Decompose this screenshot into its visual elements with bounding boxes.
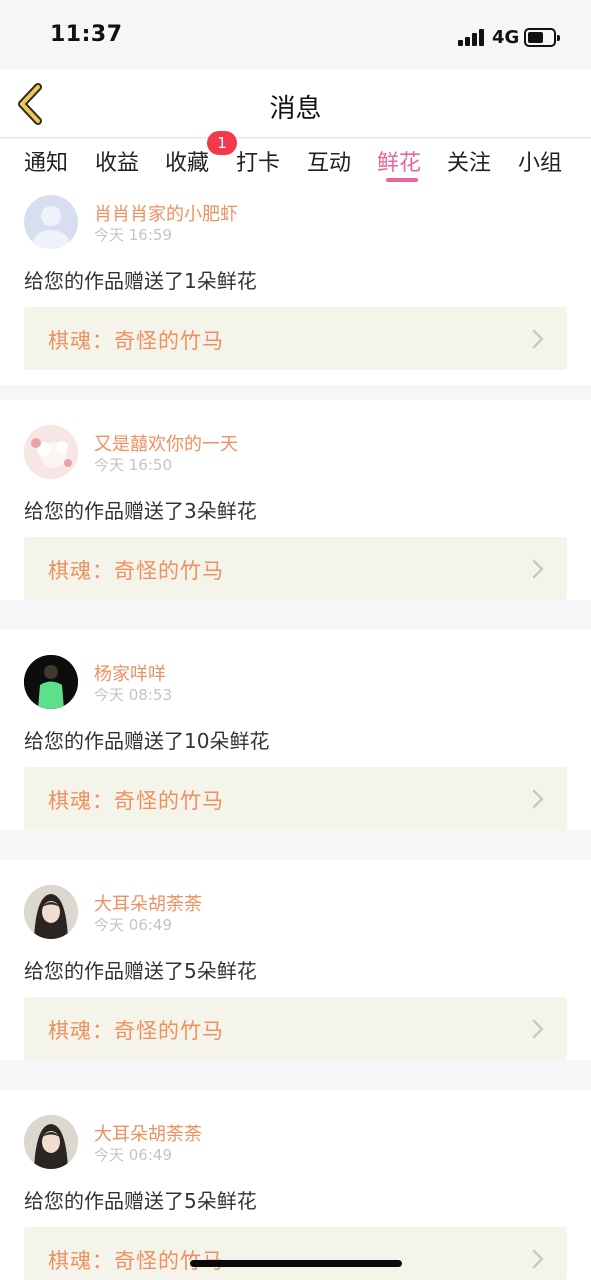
avatar-image [24, 1115, 78, 1169]
status-time: 11:37 [50, 22, 123, 47]
tab-notice[interactable]: 通知 [24, 145, 68, 177]
message-text: 给您的作品赠送了1朵鲜花 [24, 269, 257, 293]
chevron-right-icon [532, 559, 544, 579]
work-link[interactable]: 棋魂：奇怪的竹马 [24, 997, 567, 1060]
timestamp: 今天 08:53 [94, 686, 172, 704]
timestamp: 今天 06:49 [94, 916, 172, 934]
message-card: 大耳朵胡荼荼 今天 06:49 给您的作品赠送了5朵鲜花 棋魂：奇怪的竹马 [0, 1090, 591, 1280]
tab-earnings[interactable]: 收益 [95, 145, 139, 177]
work-title: 棋魂：奇怪的竹马 [48, 559, 224, 583]
message-text: 给您的作品赠送了5朵鲜花 [24, 959, 257, 983]
chevron-right-icon [532, 789, 544, 809]
avatar[interactable] [24, 425, 78, 479]
timestamp: 今天 16:59 [94, 226, 172, 244]
tab-flowers[interactable]: 鲜花 [377, 145, 421, 177]
signal-icon [458, 29, 486, 46]
work-link[interactable]: 棋魂：奇怪的竹马 [24, 307, 567, 370]
timestamp: 今天 06:49 [94, 1146, 172, 1164]
username[interactable]: 肖肖肖家的小肥虾 [94, 200, 238, 226]
chevron-right-icon [532, 329, 544, 349]
timestamp: 今天 16:50 [94, 456, 172, 474]
nav-bar: 消息 [0, 70, 591, 138]
avatar[interactable] [24, 1115, 78, 1169]
battery-icon [524, 28, 560, 47]
tab-interaction[interactable]: 互动 [307, 145, 351, 177]
username[interactable]: 又是囍欢你的一天 [94, 430, 238, 456]
tab-follow[interactable]: 关注 [447, 145, 491, 177]
active-tab-indicator [386, 178, 418, 182]
message-card: 大耳朵胡荼荼 今天 06:49 给您的作品赠送了5朵鲜花 棋魂：奇怪的竹马 [0, 860, 591, 1060]
work-link[interactable]: 棋魂：奇怪的竹马 [24, 767, 567, 830]
tab-favorites[interactable]: 收藏 [165, 145, 209, 177]
avatar[interactable] [24, 195, 78, 249]
unread-badge: 1 [207, 131, 237, 155]
status-bar: 11:37 4G [0, 0, 591, 70]
default-avatar-icon [32, 206, 70, 249]
message-card: 肖肖肖家的小肥虾 今天 16:59 给您的作品赠送了1朵鲜花 棋魂：奇怪的竹马 [0, 185, 591, 385]
message-text: 给您的作品赠送了3朵鲜花 [24, 499, 257, 523]
avatar[interactable] [24, 655, 78, 709]
username[interactable]: 大耳朵胡荼荼 [94, 1120, 202, 1146]
page-title: 消息 [269, 94, 322, 124]
username[interactable]: 杨家咩咩 [94, 660, 166, 686]
tab-checkin[interactable]: 打卡 [236, 145, 280, 177]
work-link[interactable]: 棋魂：奇怪的竹马 [24, 537, 567, 600]
avatar-image [24, 425, 78, 479]
tab-groups[interactable]: 小组 [518, 145, 562, 177]
tab-bar: 通知 收益 收藏 1 打卡 互动 鲜花 关注 小组 [0, 131, 591, 185]
message-text: 给您的作品赠送了5朵鲜花 [24, 1189, 257, 1213]
chevron-right-icon [532, 1249, 544, 1269]
home-indicator[interactable] [190, 1260, 402, 1267]
network-label: 4G [492, 27, 520, 48]
work-title: 棋魂：奇怪的竹马 [48, 789, 224, 813]
avatar[interactable] [24, 885, 78, 939]
work-link[interactable]: 棋魂：奇怪的竹马 [24, 1227, 567, 1280]
chevron-right-icon [532, 1019, 544, 1039]
message-card: 又是囍欢你的一天 今天 16:50 给您的作品赠送了3朵鲜花 棋魂：奇怪的竹马 [0, 400, 591, 600]
work-title: 棋魂：奇怪的竹马 [48, 1019, 224, 1043]
message-text: 给您的作品赠送了10朵鲜花 [24, 729, 270, 753]
avatar-image [24, 655, 78, 709]
avatar-image [24, 885, 78, 939]
work-title: 棋魂：奇怪的竹马 [48, 329, 224, 353]
message-card: 杨家咩咩 今天 08:53 给您的作品赠送了10朵鲜花 棋魂：奇怪的竹马 [0, 630, 591, 830]
username[interactable]: 大耳朵胡荼荼 [94, 890, 202, 916]
